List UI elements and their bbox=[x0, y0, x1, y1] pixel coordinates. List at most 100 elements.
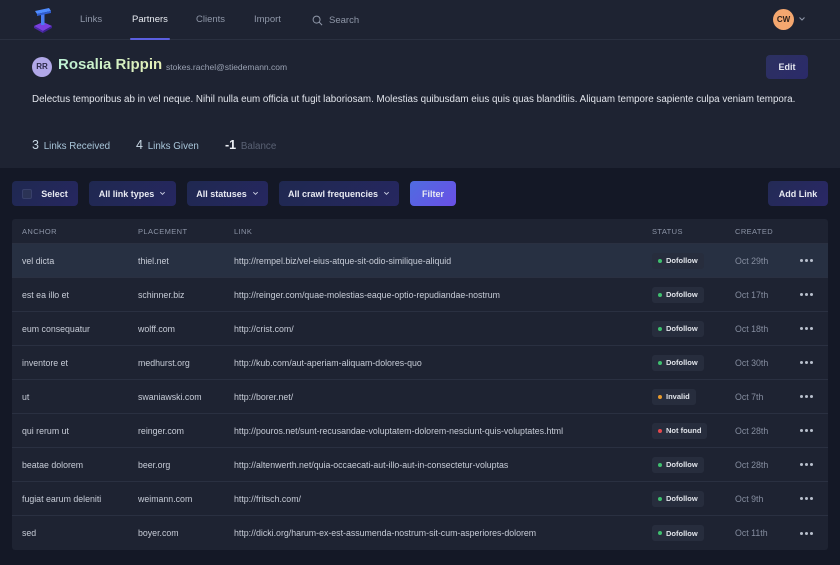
cell-created: Oct 17th bbox=[735, 289, 769, 300]
table-row[interactable]: beatae dolorem beer.org http://altenwert… bbox=[12, 448, 828, 482]
table-row[interactable]: inventore et medhurst.org http://kub.com… bbox=[12, 346, 828, 380]
cell-status: Dofollow bbox=[652, 286, 704, 303]
select-checkbox[interactable] bbox=[22, 188, 33, 199]
more-horizontal-icon bbox=[800, 463, 813, 466]
status-badge: Dofollow bbox=[652, 286, 704, 303]
cell-link[interactable]: http://borer.net/ bbox=[234, 392, 293, 402]
status-label: Dofollow bbox=[666, 528, 698, 538]
cell-link[interactable]: http://kub.com/aut-aperiam-aliquam-dolor… bbox=[234, 358, 422, 368]
status-badge: Dofollow bbox=[652, 456, 704, 473]
partner-email: stokes.rachel@stiedemann.com bbox=[166, 62, 288, 72]
edit-button[interactable]: Edit bbox=[766, 55, 808, 79]
cell-placement: beer.org bbox=[138, 459, 171, 470]
cell-created: Oct 28th bbox=[735, 425, 769, 436]
search-label: Search bbox=[329, 14, 360, 26]
cell-link[interactable]: http://reinger.com/quae-molestias-eaque-… bbox=[234, 290, 500, 300]
status-dot-icon bbox=[658, 496, 662, 501]
status-dot-icon bbox=[658, 326, 662, 331]
cell-link[interactable]: http://altenwerth.net/quia-occaecati-aut… bbox=[234, 460, 508, 470]
cell-link[interactable]: http://pouros.net/sunt-recusandae-volupt… bbox=[234, 426, 563, 436]
select-all-button[interactable]: Select bbox=[12, 181, 78, 206]
nav-links[interactable]: Links bbox=[80, 0, 102, 40]
chevron-down-icon bbox=[160, 191, 166, 196]
cell-status: Invalid bbox=[652, 388, 696, 405]
stat-balance: -1 Balance bbox=[225, 138, 276, 152]
link-types-dropdown[interactable]: All link types bbox=[89, 181, 176, 206]
nav-clients[interactable]: Clients bbox=[196, 0, 225, 40]
row-actions-button[interactable] bbox=[800, 259, 813, 262]
status-dot-icon bbox=[658, 428, 662, 433]
table-row[interactable]: fugiat earum deleniti weimann.com http:/… bbox=[12, 482, 828, 516]
cell-anchor: est ea illo et bbox=[22, 289, 69, 300]
chevron-down-icon bbox=[383, 191, 390, 196]
status-badge: Dofollow bbox=[652, 525, 704, 541]
cell-status: Dofollow bbox=[652, 354, 704, 371]
status-badge: Dofollow bbox=[652, 354, 704, 371]
select-label: Select bbox=[41, 188, 68, 199]
user-avatar[interactable]: CW bbox=[773, 9, 794, 30]
row-actions-button[interactable] bbox=[800, 327, 813, 330]
filter-button[interactable]: Filter bbox=[410, 181, 456, 206]
chevron-down-icon[interactable] bbox=[798, 15, 806, 23]
status-badge: Dofollow bbox=[652, 252, 704, 269]
table-row[interactable]: sed boyer.com http://dicki.org/harum-ex-… bbox=[12, 516, 828, 550]
status-dot-icon bbox=[658, 360, 662, 365]
status-label: Dofollow bbox=[666, 460, 698, 469]
link-types-label: All link types bbox=[98, 188, 155, 199]
stat-label: Links Given bbox=[147, 141, 199, 152]
header-anchor[interactable]: ANCHOR bbox=[22, 227, 57, 236]
status-dot-icon bbox=[658, 258, 662, 263]
table-row[interactable]: vel dicta thiel.net http://rempel.biz/ve… bbox=[12, 244, 828, 278]
cell-anchor: beatae dolorem bbox=[22, 459, 84, 470]
statuses-dropdown[interactable]: All statuses bbox=[187, 181, 268, 206]
table-row[interactable]: ut swaniawski.com http://borer.net/ Inva… bbox=[12, 380, 828, 414]
cell-link[interactable]: http://crist.com/ bbox=[234, 324, 294, 334]
cell-placement: thiel.net bbox=[138, 255, 169, 266]
links-table: ANCHOR PLACEMENT LINK STATUS CREATED vel… bbox=[12, 219, 828, 550]
cell-status: Dofollow bbox=[652, 490, 704, 507]
status-label: Dofollow bbox=[666, 494, 698, 503]
table-row[interactable]: qui rerum ut reinger.com http://pouros.n… bbox=[12, 414, 828, 448]
cell-link[interactable]: http://rempel.biz/vel-eius-atque-sit-odi… bbox=[234, 256, 451, 266]
row-actions-button[interactable] bbox=[800, 497, 813, 500]
header-link[interactable]: LINK bbox=[234, 227, 252, 236]
stat-value: 4 bbox=[136, 138, 143, 152]
nav-search[interactable]: Search bbox=[312, 0, 359, 40]
status-dot-icon bbox=[658, 462, 662, 467]
header-placement[interactable]: PLACEMENT bbox=[138, 227, 187, 236]
cell-created: Oct 28th bbox=[735, 459, 769, 470]
status-badge: Dofollow bbox=[652, 320, 704, 337]
row-actions-button[interactable] bbox=[800, 361, 813, 364]
more-horizontal-icon bbox=[800, 361, 813, 364]
stat-label: Links Received bbox=[43, 141, 111, 152]
add-link-button[interactable]: Add Link bbox=[768, 181, 828, 206]
crawl-frequencies-dropdown[interactable]: All crawl frequencies bbox=[279, 181, 399, 206]
app-logo-icon[interactable] bbox=[32, 6, 54, 34]
header-status[interactable]: STATUS bbox=[652, 227, 683, 236]
row-actions-button[interactable] bbox=[800, 293, 813, 296]
header-created[interactable]: CREATED bbox=[735, 227, 773, 236]
stat-links-received: 3 Links Received bbox=[32, 138, 110, 152]
status-badge: Dofollow bbox=[652, 490, 704, 507]
more-horizontal-icon bbox=[800, 293, 813, 296]
row-actions-button[interactable] bbox=[800, 395, 813, 398]
table-row[interactable]: est ea illo et schinner.biz http://reing… bbox=[12, 278, 828, 312]
cell-created: Oct 9th bbox=[735, 493, 764, 504]
row-actions-button[interactable] bbox=[800, 531, 813, 535]
more-horizontal-icon bbox=[800, 429, 813, 432]
cell-placement: boyer.com bbox=[138, 528, 179, 538]
top-nav: Links Partners Clients Import Search CW bbox=[0, 0, 840, 40]
row-actions-button[interactable] bbox=[800, 429, 813, 432]
nav-import[interactable]: Import bbox=[254, 0, 281, 40]
row-actions-button[interactable] bbox=[800, 463, 813, 466]
stat-value: 3 bbox=[32, 138, 39, 152]
cell-link[interactable]: http://fritsch.com/ bbox=[234, 494, 301, 504]
crawl-frequencies-label: All crawl frequencies bbox=[287, 188, 379, 199]
nav-partners[interactable]: Partners bbox=[130, 0, 170, 40]
cell-status: Not found bbox=[652, 422, 708, 439]
search-icon bbox=[312, 15, 323, 25]
table-row[interactable]: eum consequatur wolff.com http://crist.c… bbox=[12, 312, 828, 346]
status-label: Not found bbox=[666, 426, 702, 435]
chevron-down-icon bbox=[252, 191, 258, 196]
cell-link[interactable]: http://dicki.org/harum-ex-est-assumenda-… bbox=[234, 528, 536, 538]
